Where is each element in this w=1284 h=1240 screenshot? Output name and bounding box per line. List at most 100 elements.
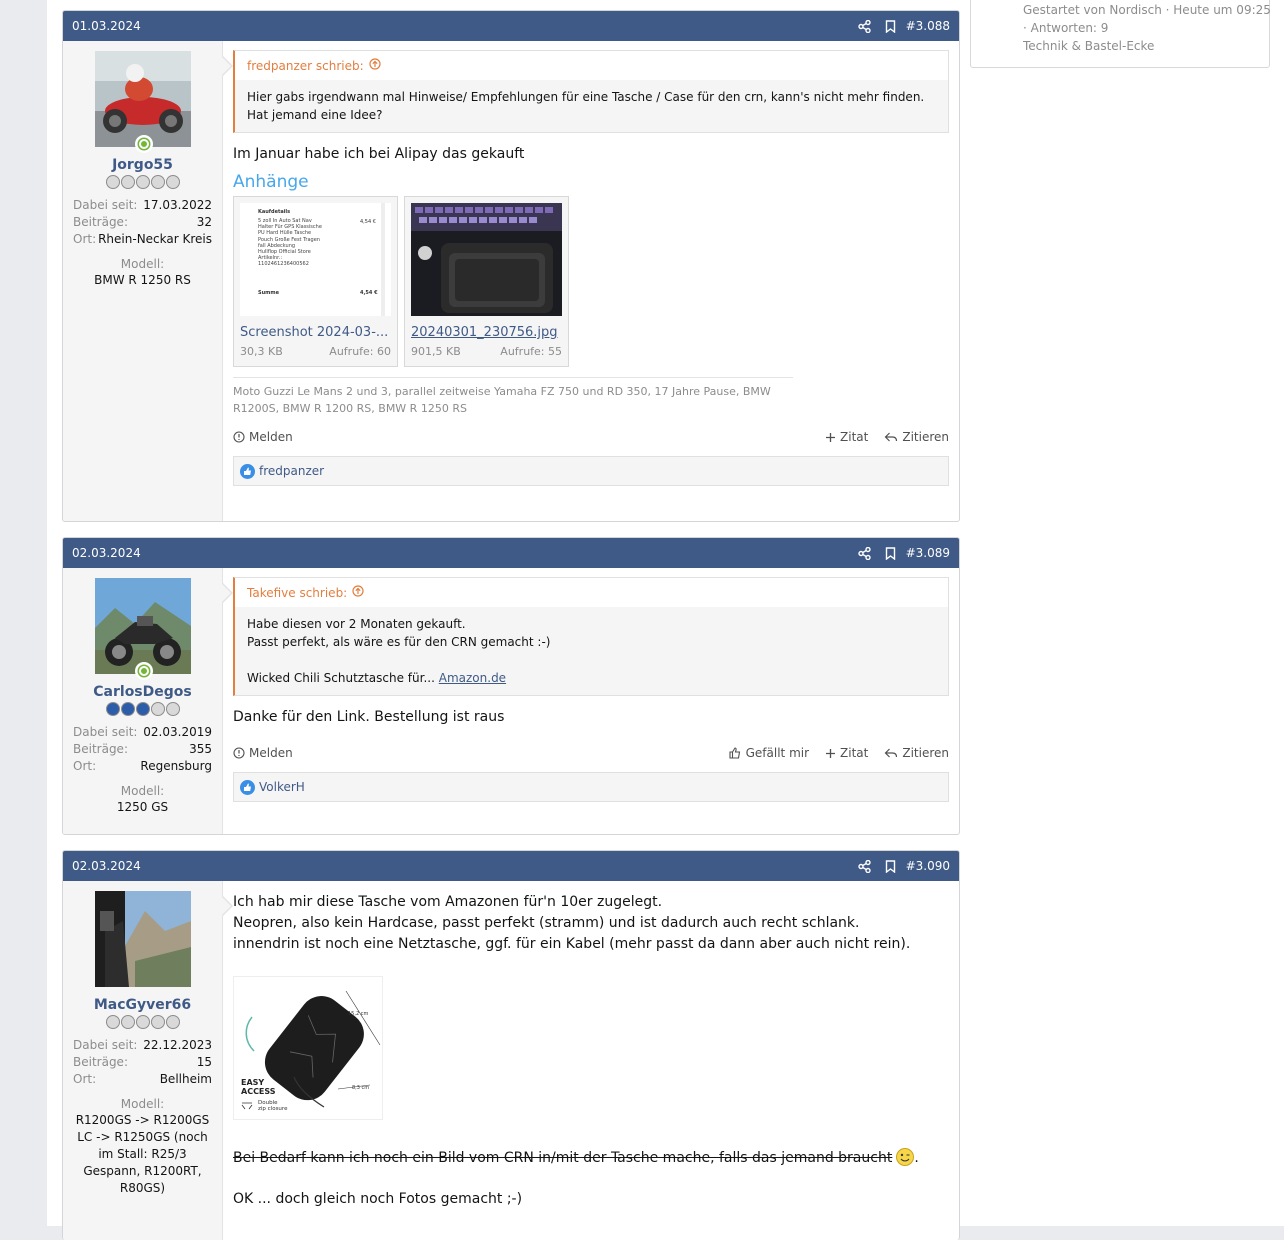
wink-smiley-icon <box>896 1148 915 1166</box>
share-icon[interactable] <box>857 19 871 33</box>
reply-button[interactable]: Zitieren <box>884 746 949 760</box>
joined-label: Dabei seit: <box>73 1038 138 1052</box>
strike-suffix: . <box>914 1150 919 1166</box>
likes-bar[interactable]: fredpanzer <box>233 456 949 486</box>
quote-line: Wicked Chili Schutztasche für... Amazon.… <box>247 669 936 687</box>
like-button[interactable]: Gefällt mir <box>729 746 809 760</box>
embedded-image[interactable]: 15,2 cm 8,3 cm EASY ACCESS Double zip clos… <box>233 976 383 1120</box>
avatar[interactable] <box>94 51 191 153</box>
post-number[interactable]: #3.089 <box>906 546 950 560</box>
attachment-thumbnail[interactable]: Kaufdetails 4,54 € 5 zoll In Auto Sat Na… <box>240 203 391 316</box>
thumbs-up-icon <box>240 779 255 795</box>
post-header: 01.03.2024 #3.088 <box>63 11 959 41</box>
quote-button[interactable]: Zitat <box>825 746 868 760</box>
post-date[interactable]: 02.03.2024 <box>72 859 844 873</box>
model-value: 1250 GS <box>116 800 169 814</box>
share-icon[interactable] <box>857 546 871 560</box>
post-number[interactable]: #3.090 <box>906 859 950 873</box>
attachment-name[interactable]: 20240301_230756.jpg <box>411 325 562 340</box>
quote-header[interactable]: Takefive schrieb: <box>235 578 948 607</box>
online-indicator <box>134 135 153 153</box>
quote-author[interactable]: fredpanzer schrieb: <box>247 59 364 73</box>
star-icon <box>165 175 180 189</box>
amazon-link[interactable]: Amazon.de <box>439 671 506 685</box>
post-number[interactable]: #3.088 <box>906 19 950 33</box>
plus-icon <box>826 748 836 758</box>
bookmark-icon[interactable] <box>885 859 896 873</box>
quote-button[interactable]: Zitat <box>825 430 868 444</box>
attachment-views: Aufrufe: 60 <box>329 345 391 358</box>
attachments-title: Anhänge <box>233 172 309 192</box>
star-icon <box>150 1015 165 1029</box>
attachment-item[interactable]: 20240301_230756.jpg 901,5 KB Aufrufe: 55 <box>404 196 569 367</box>
thread-replies: · Antworten: 9 <box>1023 21 1109 35</box>
post-date[interactable]: 02.03.2024 <box>72 546 844 560</box>
bookmark-icon[interactable] <box>885 19 896 33</box>
message-line: Ich hab mir diese Tasche vom Amazonen fü… <box>233 894 663 910</box>
attachment-name[interactable]: Screenshot 2024-03-... <box>240 325 391 340</box>
thread-started-by: Gestartet von Nordisch · Heute um 09:25 <box>1023 3 1271 17</box>
online-indicator <box>134 662 153 680</box>
bookmark-icon[interactable] <box>885 546 896 560</box>
posts-value: 355 <box>189 742 212 756</box>
receipt-sum: 4,54 € <box>360 290 378 296</box>
post-actions: Melden Gefällt mir Zitat Zitieren <box>233 743 949 763</box>
username[interactable]: Jorgo55 <box>73 157 212 173</box>
star-icon <box>135 1015 150 1029</box>
liked-by-user[interactable]: VolkerH <box>259 780 305 794</box>
quote-author[interactable]: Takefive schrieb: <box>247 586 347 600</box>
thread-forum[interactable]: Technik & Bastel-Ecke <box>1023 39 1154 53</box>
location-label: Ort: <box>73 1072 97 1086</box>
user-info: CarlosDegos Dabei seit: 02.03.2019 Beiträ… <box>63 568 223 834</box>
quote-label: Zitat <box>840 430 869 444</box>
access-text: ACCESS <box>241 1087 276 1096</box>
message-line: Neopren, also kein Hardcase, passt perfe… <box>233 915 860 931</box>
star-icon <box>135 175 150 189</box>
thumbs-up-icon <box>729 747 740 759</box>
attachment-thumbnail[interactable] <box>411 203 562 316</box>
quote-header[interactable]: fredpanzer schrieb: <box>235 51 948 80</box>
username[interactable]: MacGyver66 <box>73 997 212 1013</box>
reply-button[interactable]: Zitieren <box>884 430 949 444</box>
receipt-title: Kaufdetails <box>258 209 291 215</box>
likes-bar[interactable]: VolkerH <box>233 772 949 802</box>
report-button[interactable]: Melden <box>233 746 293 760</box>
reply-icon <box>885 432 898 442</box>
post-actions: Melden Zitat Zitieren <box>233 427 949 447</box>
quote-link-text: Wicked Chili Schutztasche für... <box>247 671 435 685</box>
avatar[interactable] <box>94 891 191 987</box>
dimension-label: 15,2 cm <box>348 1011 369 1017</box>
report-label: Melden <box>249 746 293 760</box>
username[interactable]: CarlosDegos <box>73 684 212 700</box>
star-icon <box>165 1015 180 1029</box>
arrow-up-icon[interactable] <box>369 58 381 73</box>
star-icon <box>150 702 165 716</box>
rank-stars <box>73 1015 212 1029</box>
report-button[interactable]: Melden <box>233 430 293 444</box>
post-3090: 02.03.2024 #3.090 MacGyver66 Dabei seit:… <box>62 850 960 1240</box>
share-icon[interactable] <box>857 859 871 873</box>
post-date[interactable]: 01.03.2024 <box>72 19 844 33</box>
star-icon <box>120 175 135 189</box>
rank-stars <box>73 702 212 716</box>
quote-block: Takefive schrieb: Habe diesen vor 2 Mona… <box>233 577 949 696</box>
avatar[interactable] <box>94 578 191 680</box>
plus-icon <box>826 432 836 442</box>
joined-value: 22.12.2023 <box>143 1038 212 1052</box>
zip-label: Double zip closure <box>258 1100 287 1112</box>
reply-icon <box>885 748 898 758</box>
user-info: Jorgo55 Dabei seit: 17.03.2022 Beiträge: 3… <box>63 41 223 521</box>
easy-access-label: EASY ACCESS <box>241 1078 276 1096</box>
arrow-up-icon[interactable] <box>352 585 364 600</box>
location-label: Ort: <box>73 759 97 773</box>
posts-label: Beiträge: <box>73 742 128 756</box>
thread-info-card[interactable]: Gestartet von Nordisch · Heute um 09:25 … <box>970 0 1271 68</box>
post-message: Ich hab mir diese Tasche vom Amazonen fü… <box>233 892 949 955</box>
like-label: Gefällt mir <box>745 746 810 760</box>
liked-by-user[interactable]: fredpanzer <box>259 464 324 478</box>
star-icon <box>105 702 120 716</box>
attachment-views: Aufrufe: 55 <box>500 345 562 358</box>
quote-block: fredpanzer schrieb: Hier gabs irgendwann… <box>233 50 949 133</box>
location-label: Ort: <box>73 232 97 246</box>
attachment-item[interactable]: Kaufdetails 4,54 € 5 zoll In Auto Sat Na… <box>233 196 398 367</box>
